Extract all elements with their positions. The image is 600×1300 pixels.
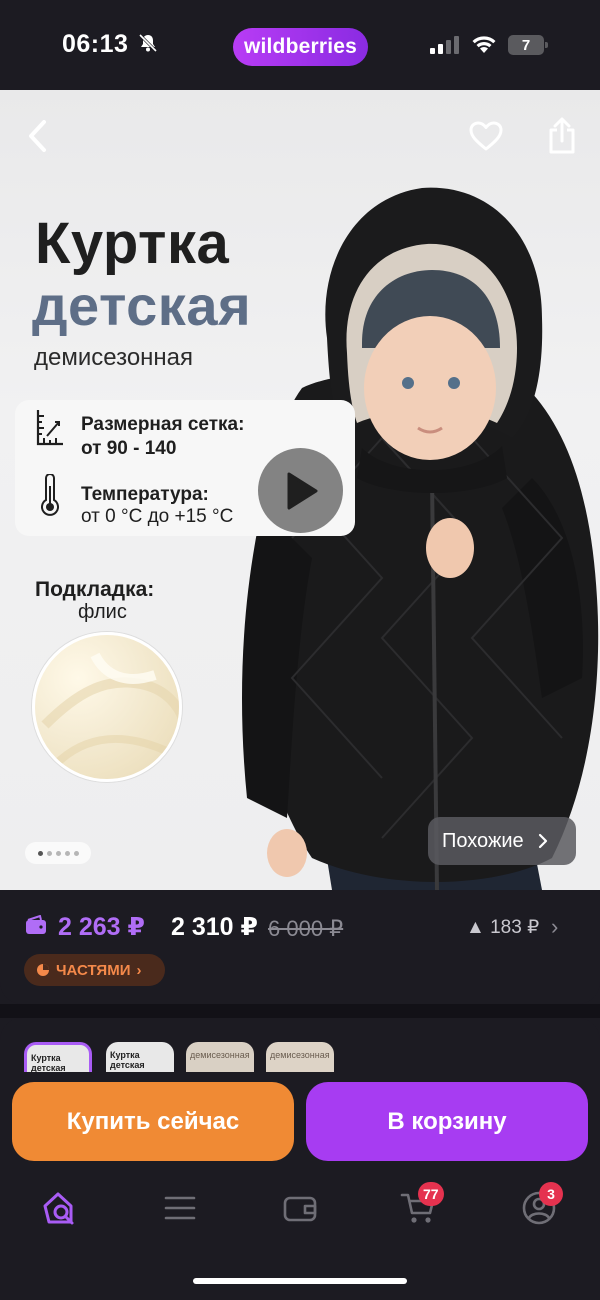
pagination-dot [64, 850, 70, 856]
size-value: от 90 - 140 [81, 438, 177, 459]
pie-chart-icon [37, 964, 49, 976]
thumbnail-caption: демисезонная [190, 1050, 250, 1060]
buy-now-button[interactable]: Купить сейчас [12, 1082, 294, 1161]
pagination-dot-active [37, 850, 43, 856]
banner-subtitle: демисезонная [34, 344, 194, 371]
wifi-icon [472, 36, 496, 53]
current-price: 2 310 ₽ [171, 913, 258, 941]
section-divider [0, 1004, 600, 1018]
favorite-button[interactable] [464, 114, 508, 158]
add-to-cart-button[interactable]: В корзину [306, 1082, 588, 1161]
wallet-icon [283, 1196, 317, 1222]
chevron-left-icon [29, 120, 46, 152]
wildberries-logo[interactable]: wildberries [233, 28, 368, 66]
fleece-swatch [32, 632, 182, 782]
play-icon [287, 472, 317, 509]
tab-cart[interactable]: 77 [398, 1182, 444, 1228]
variant-thumbnail[interactable]: демисезонная [186, 1042, 254, 1072]
chevron-right-icon: › [136, 961, 142, 979]
variant-thumbnail[interactable]: демисезонная [266, 1042, 334, 1072]
cart-count-badge: 77 [418, 1182, 444, 1206]
wallet-icon [26, 915, 46, 934]
play-video-button[interactable] [258, 448, 343, 533]
signal-icon [430, 36, 459, 54]
thumbnail-caption: демисезонная [270, 1050, 330, 1060]
chevron-right-icon [538, 833, 547, 849]
installments-label: ЧАСТЯМИ [56, 961, 131, 979]
size-label: Размерная сетка: [81, 414, 245, 435]
pagination-dot [55, 850, 61, 856]
tab-catalog[interactable] [160, 1188, 200, 1228]
thumbnail-caption: Куртка детская [110, 1050, 145, 1070]
back-button[interactable] [16, 114, 60, 158]
profile-notification-badge: 3 [539, 1182, 563, 1206]
temperature-value: от 0 °C до +15 °C [81, 506, 234, 527]
battery-level: 7 [508, 35, 544, 55]
share-button[interactable] [540, 114, 584, 158]
home-indicator[interactable] [193, 1278, 407, 1284]
heart-icon [469, 121, 503, 151]
wallet-price: 2 263 ₽ [58, 913, 145, 941]
ruler-icon [36, 410, 63, 446]
menu-icon [164, 1196, 196, 1220]
old-price: 6 000 ₽ [268, 916, 344, 941]
lining-value: флис [78, 601, 127, 623]
temperature-label: Температура: [81, 484, 209, 505]
price-section: 2 263 ₽ 2 310 ₽ 6 000 ₽ ▲ 183 ₽ › ЧАСТЯМ… [0, 890, 600, 1004]
home-search-icon [43, 1192, 74, 1225]
bottom-tab-bar: 77 3 [0, 1180, 600, 1250]
status-bar: 06:13 wildberries 7 [0, 0, 600, 90]
tab-profile[interactable]: 3 [519, 1182, 563, 1228]
pagination-dot [46, 850, 52, 856]
similar-label: Похожие [442, 829, 524, 852]
installments-button[interactable]: ЧАСТЯМИ › [24, 954, 165, 986]
variant-thumbnail[interactable]: Куртка детская [106, 1042, 174, 1072]
tab-wallet[interactable] [280, 1188, 320, 1228]
gallery-pagination [25, 842, 91, 864]
similar-button[interactable]: Похожие [428, 817, 576, 865]
price-change[interactable]: ▲ 183 ₽ [466, 916, 539, 939]
thumbnail-caption: Куртка детская [31, 1053, 66, 1072]
chevron-right-icon[interactable]: › [551, 914, 558, 940]
lining-label: Подкладка: [35, 578, 155, 601]
battery-icon: 7 [508, 35, 548, 55]
share-icon [549, 117, 575, 154]
status-time: 06:13 [62, 30, 129, 58]
product-gallery[interactable]: Куртка детская демисезонная Размерная се… [0, 90, 600, 890]
banner-title-accent: детская [32, 274, 252, 337]
thermometer-icon [41, 474, 59, 516]
tab-home-search[interactable] [40, 1188, 80, 1228]
product-page: 06:13 wildberries 7 Куртка детская демис… [0, 0, 600, 1300]
banner-title: Куртка [35, 211, 230, 276]
bell-muted-icon [138, 33, 158, 53]
pagination-dot [73, 850, 79, 856]
variant-thumbnail-selected[interactable]: Куртка детская [24, 1042, 92, 1072]
